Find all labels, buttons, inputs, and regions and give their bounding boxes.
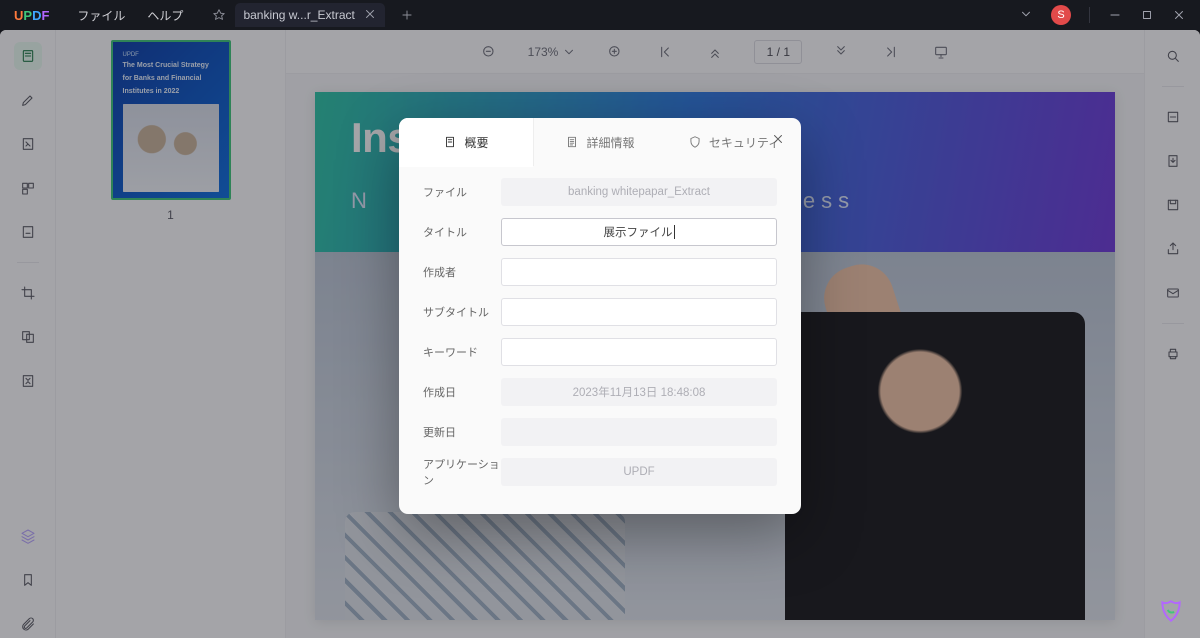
dialog-tab-details[interactable]: 詳細情報 (533, 118, 667, 166)
value-created: 2023年11月13日 18:48:08 (501, 378, 777, 406)
input-keywords[interactable] (501, 338, 777, 366)
label-author: 作成者 (423, 264, 501, 280)
document-tab[interactable]: banking w...r_Extract (235, 3, 384, 27)
input-author[interactable] (501, 258, 777, 286)
menu-file[interactable]: ファイル (77, 7, 125, 24)
menu-help[interactable]: ヘルプ (147, 7, 183, 24)
window-maximize-button[interactable] (1140, 8, 1154, 22)
tab-title: banking w...r_Extract (243, 8, 354, 22)
label-subtitle: サブタイトル (423, 304, 501, 320)
window-dropdown-icon[interactable] (1019, 7, 1033, 24)
document-properties-dialog: 概要 詳細情報 セキュリティ ファイル banking whitepapar_E… (399, 118, 801, 514)
value-application: UPDF (501, 458, 777, 486)
new-tab-button[interactable] (395, 3, 419, 27)
title-bar: UPDF ファイル ヘルプ banking w...r_Extract S (0, 0, 1200, 30)
label-application: アプリケーション (423, 456, 501, 488)
input-subtitle[interactable] (501, 298, 777, 326)
label-created: 作成日 (423, 384, 501, 400)
divider (1089, 7, 1090, 23)
ai-assistant-icon[interactable] (1158, 598, 1184, 624)
input-title[interactable]: 展示ファイル (501, 218, 777, 246)
value-modified (501, 418, 777, 446)
dialog-close-button[interactable] (771, 132, 785, 150)
user-avatar[interactable]: S (1051, 5, 1071, 25)
tab-close-icon[interactable] (363, 7, 377, 24)
label-modified: 更新日 (423, 424, 501, 440)
label-file: ファイル (423, 184, 501, 200)
window-minimize-button[interactable] (1108, 8, 1122, 22)
window-close-button[interactable] (1172, 8, 1186, 22)
label-keywords: キーワード (423, 344, 501, 360)
app-logo: UPDF (14, 8, 49, 23)
label-title: タイトル (423, 224, 501, 240)
tab-pin-icon[interactable] (209, 5, 229, 25)
value-file: banking whitepapar_Extract (501, 178, 777, 206)
dialog-tab-summary[interactable]: 概要 (399, 118, 533, 166)
